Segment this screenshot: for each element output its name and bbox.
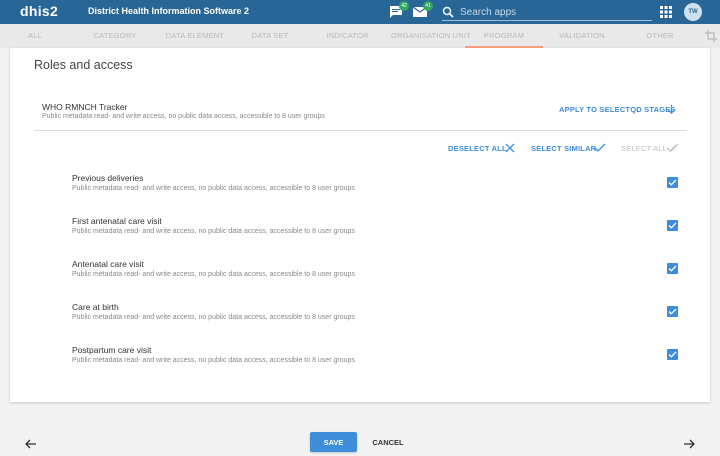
tab-validation[interactable]: VALIDATION: [548, 24, 616, 48]
tab-all[interactable]: ALL: [10, 24, 60, 48]
stage-checkbox[interactable]: [667, 177, 678, 188]
program-sharing-summary: Public metadata read- and write access, …: [42, 113, 325, 120]
search-apps[interactable]: [442, 3, 652, 21]
user-avatar[interactable]: TW: [684, 3, 702, 21]
tab-category[interactable]: CATEGORY: [80, 24, 150, 48]
roles-and-access-card: Roles and access WHO RMNCH Tracker Publi…: [10, 48, 710, 402]
stage-sharing-summary: Public metadata read- and write access, …: [72, 228, 355, 235]
tab-indicator[interactable]: INDICATOR: [315, 24, 380, 48]
select-all-button[interactable]: SELECT ALL: [621, 144, 667, 153]
arrow-right-icon[interactable]: [682, 437, 696, 451]
deselect-all-button[interactable]: DESELECT ALL: [448, 144, 507, 153]
mail-icon[interactable]: 41: [412, 1, 433, 20]
apps-grid-icon[interactable]: [660, 6, 672, 18]
apply-to-selected-stages-button[interactable]: APPLY TO SELECTQD STAGES: [559, 105, 676, 114]
double-check-icon[interactable]: [666, 142, 680, 154]
stage-name: Postpartum care visit: [72, 345, 152, 355]
stage-checkbox[interactable]: [667, 220, 678, 231]
search-input[interactable]: [460, 5, 645, 19]
stage-row: Antenatal care visit Public metadata rea…: [72, 259, 682, 289]
stage-row: Postpartum care visit Public metadata re…: [72, 345, 682, 375]
messages-badge: 42: [399, 1, 409, 11]
tab-other[interactable]: OTHER: [632, 24, 688, 48]
top-header-bar: dhis2 District Health Information Softwa…: [0, 0, 720, 24]
interpretations-badge: 41: [423, 1, 433, 11]
select-similar-button[interactable]: SELECT SIMILAR: [531, 144, 596, 153]
stage-name: Previous deliveries: [72, 173, 144, 183]
tab-program[interactable]: PROGRAM: [465, 24, 543, 48]
stage-checkbox[interactable]: [667, 263, 678, 274]
stage-sharing-summary: Public metadata read- and write access, …: [72, 314, 355, 321]
app-title: District Health Information Software 2: [88, 6, 250, 16]
section-tabs: ALL CATEGORY DATA ELEMENT DATA SET INDIC…: [0, 24, 720, 48]
stage-name: Antenatal care visit: [72, 259, 144, 269]
tab-data-element[interactable]: DATA ELEMENT: [155, 24, 235, 48]
stage-checkbox[interactable]: [667, 349, 678, 360]
arrow-down-icon[interactable]: [666, 104, 677, 115]
page-title: Roles and access: [34, 58, 133, 72]
stage-name: Care at birth: [72, 302, 119, 312]
crop-icon[interactable]: [705, 30, 717, 42]
search-icon: [442, 6, 454, 18]
stage-row: First antenatal care visit Public metada…: [72, 216, 682, 246]
close-icon[interactable]: [504, 142, 516, 154]
stage-sharing-summary: Public metadata read- and write access, …: [72, 185, 355, 192]
stage-name: First antenatal care visit: [72, 216, 162, 226]
dhis2-logo[interactable]: dhis2: [20, 3, 58, 19]
tab-data-set[interactable]: DATA SET: [240, 24, 300, 48]
stage-sharing-summary: Public metadata read- and write access, …: [72, 271, 355, 278]
divider: [34, 130, 687, 131]
check-icon[interactable]: [594, 142, 606, 154]
cancel-button[interactable]: CANCEL: [366, 432, 410, 452]
stage-row: Previous deliveries Public metadata read…: [72, 173, 682, 203]
stage-sharing-summary: Public metadata read- and write access, …: [72, 357, 355, 364]
save-button[interactable]: SAVE: [310, 432, 357, 452]
arrow-left-icon[interactable]: [24, 437, 38, 451]
stage-row: Care at birth Public metadata read- and …: [72, 302, 682, 332]
chat-icon[interactable]: 42: [388, 1, 409, 20]
program-name: WHO RMNCH Tracker: [42, 102, 128, 112]
stage-checkbox[interactable]: [667, 306, 678, 317]
